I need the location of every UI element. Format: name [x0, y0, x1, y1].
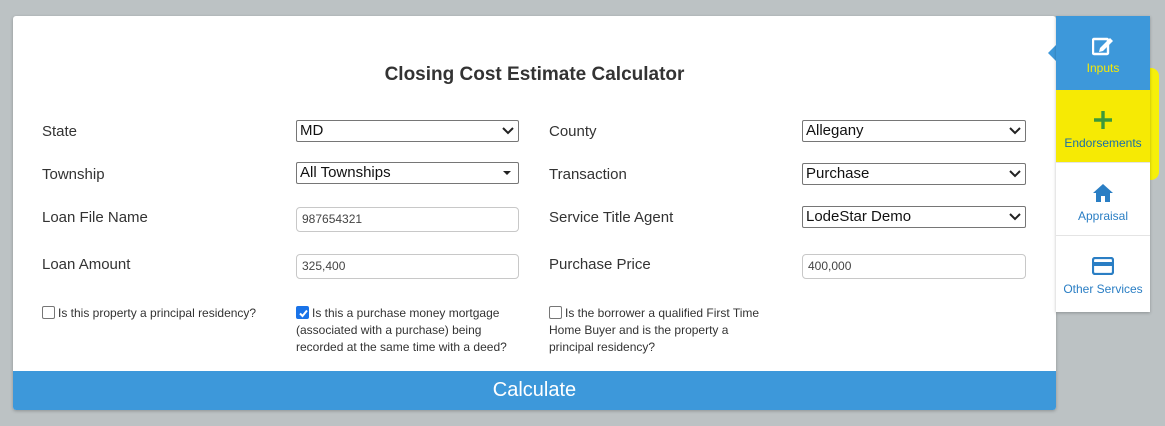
loan-amount-input[interactable]: 325,400	[296, 254, 519, 279]
purchase-money-mortgage-checkbox[interactable]: Is this a purchase money mortgage (assoc…	[296, 305, 507, 356]
chevron-down-icon	[502, 121, 514, 141]
edit-icon	[1056, 16, 1150, 59]
service-title-agent-select[interactable]: LodeStar Demo	[802, 206, 1026, 228]
transaction-select[interactable]: Purchase	[802, 163, 1026, 185]
chevron-down-icon	[1009, 207, 1021, 227]
state-select[interactable]: MD	[296, 120, 519, 142]
loan-file-name-input[interactable]: 987654321	[296, 207, 519, 232]
sidebar-item-label: Endorsements	[1064, 136, 1142, 150]
sidebar-item-other-services[interactable]: Other Services	[1056, 235, 1150, 312]
principal-residency-checkbox[interactable]: Is this property a principal residency?	[42, 305, 256, 322]
chevron-down-icon	[1009, 164, 1021, 184]
credit-card-icon	[1056, 236, 1150, 278]
calculator-card: Closing Cost Estimate Calculator State M…	[13, 16, 1056, 410]
service-title-agent-label: Service Title Agent	[549, 209, 674, 226]
checkbox-unchecked[interactable]	[549, 306, 562, 319]
sidebar: Inputs Endorsements Appraisal Other Serv…	[1056, 16, 1150, 312]
loan-file-name-label: Loan File Name	[42, 209, 148, 226]
county-select[interactable]: Allegany	[802, 120, 1026, 142]
sidebar-item-label: Inputs	[1086, 61, 1120, 75]
checkbox-unchecked[interactable]	[42, 306, 55, 319]
first-time-buyer-checkbox[interactable]: Is the borrower a qualified First Time H…	[549, 305, 759, 356]
home-icon	[1056, 163, 1150, 206]
sidebar-item-endorsements[interactable]: Endorsements	[1056, 90, 1150, 162]
page-title: Closing Cost Estimate Calculator	[384, 64, 685, 85]
township-select[interactable]: All Townships	[296, 162, 519, 184]
loan-amount-label: Loan Amount	[42, 256, 131, 273]
purchase-price-input[interactable]: 400,000	[802, 254, 1026, 279]
state-label: State	[42, 123, 78, 140]
county-label: County	[549, 123, 597, 140]
plus-icon	[1056, 90, 1150, 133]
calculate-button[interactable]: Calculate	[13, 371, 1056, 410]
transaction-label: Transaction	[549, 166, 627, 183]
sidebar-item-inputs[interactable]: Inputs	[1056, 16, 1150, 90]
caret-down-icon	[502, 163, 514, 183]
checkbox-checked[interactable]	[296, 306, 309, 319]
purchase-price-label: Purchase Price	[549, 256, 651, 273]
sidebar-item-appraisal[interactable]: Appraisal	[1056, 162, 1150, 235]
township-label: Township	[42, 166, 105, 183]
sidebar-item-label: Other Services	[1063, 282, 1143, 296]
chevron-down-icon	[1009, 121, 1021, 141]
sidebar-item-label: Appraisal	[1077, 209, 1129, 223]
